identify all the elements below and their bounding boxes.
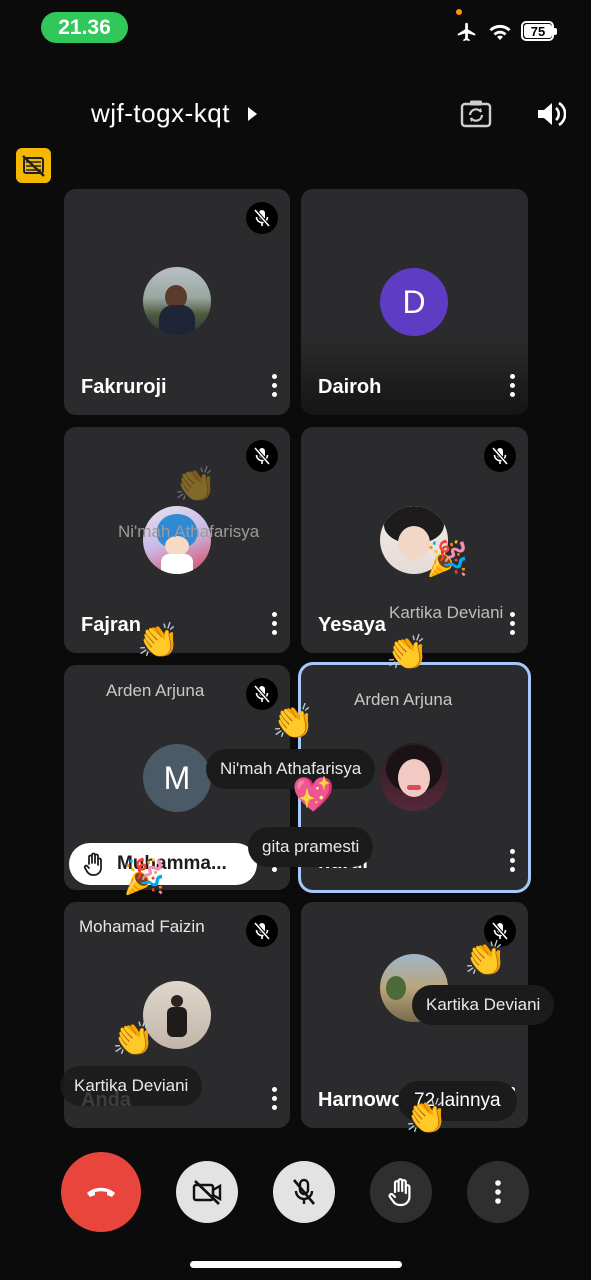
participant-name: Fakruroji [81,376,167,398]
end-call-icon [87,1187,115,1197]
clap-emoji-icon: 👏 [405,1098,448,1136]
mic-off-icon [246,440,278,472]
reaction-name: Ni'mah Athafarisya [220,759,362,778]
more-vert-icon[interactable] [510,612,516,636]
mic-off-icon [246,915,278,947]
battery-level: 75 [524,24,552,39]
participant-tile[interactable]: Fakruroji [64,189,290,415]
reaction-name: gita pramesti [262,837,360,856]
reaction-name: Kartika Deviani [389,603,504,622]
more-vert-icon[interactable] [272,374,278,398]
participant-name: Fajran [81,614,142,636]
reaction-name: Mohamad Faizin [79,917,205,936]
reaction-chip: Kartika Deviani [60,1066,203,1106]
avatar: D [380,268,448,336]
status-time: 21.36 [41,12,128,43]
avatar-letter: D [402,283,426,320]
clap-emoji-icon: 👏 [174,466,217,504]
wifi-icon [488,22,512,42]
reaction-name: Ni'mah Athafarisya [118,522,260,541]
clap-emoji-icon: 👏 [112,1020,155,1058]
mic-off-icon [293,1178,315,1205]
raise-hand-icon [388,1178,411,1207]
participant-name: Dairoh [318,376,382,398]
meeting-info-arrow-icon[interactable] [248,107,257,121]
clap-emoji-icon: 👏 [464,940,507,978]
reaction-name: Arden Arjuna [106,681,205,700]
battery-icon: 75 [521,21,557,41]
airplane-icon [455,21,479,43]
reaction-name: Arden Arjuna [354,690,453,709]
reaction-chip: gita pramesti [248,827,374,867]
avatar-letter: M [163,759,191,796]
avatar [380,743,448,811]
reaction-name: Kartika Deviani [74,1076,189,1095]
more-vert-icon[interactable] [272,1087,278,1111]
more-vert-icon[interactable] [510,849,516,873]
reaction-name: Kartika Deviani [426,995,541,1014]
more-vert-icon[interactable] [510,374,516,398]
camera-off-icon [192,1180,222,1205]
clap-emoji-icon: 👏 [386,634,429,672]
heart-emoji-icon: 💖 [292,776,335,814]
party-emoji-icon: 🎉 [123,858,166,896]
clap-emoji-icon: 👏 [272,703,315,741]
mic-off-icon [484,440,516,472]
speaker-icon[interactable] [536,100,567,128]
raise-hand-button[interactable] [370,1161,432,1223]
no-video-badge[interactable] [16,148,51,183]
clap-emoji-icon: 👏 [137,622,180,660]
privacy-indicator-dot [456,9,462,15]
party-emoji-icon: 🎉 [426,540,469,578]
meeting-code[interactable]: wjf-togx-kqt [91,98,230,129]
reaction-chip: Kartika Deviani [412,985,555,1025]
more-vert-icon[interactable] [272,612,278,636]
end-call-button[interactable] [61,1152,141,1232]
participant-name: Harnowo [318,1089,404,1111]
more-options-button[interactable] [467,1161,529,1223]
home-indicator[interactable] [190,1261,402,1268]
camera-toggle-button[interactable] [176,1161,238,1223]
mic-off-icon [246,202,278,234]
raise-hand-icon [83,852,105,876]
more-options-icon [495,1180,501,1204]
mic-toggle-button[interactable] [273,1161,335,1223]
reaction-chip: Ni'mah Athafarisya [206,749,376,789]
avatar [143,267,211,335]
camera-switch-icon[interactable] [460,99,492,129]
participant-name: Yesaya [318,614,386,636]
participant-tile[interactable]: D Dairoh [301,189,528,415]
avatar: M [143,744,211,812]
